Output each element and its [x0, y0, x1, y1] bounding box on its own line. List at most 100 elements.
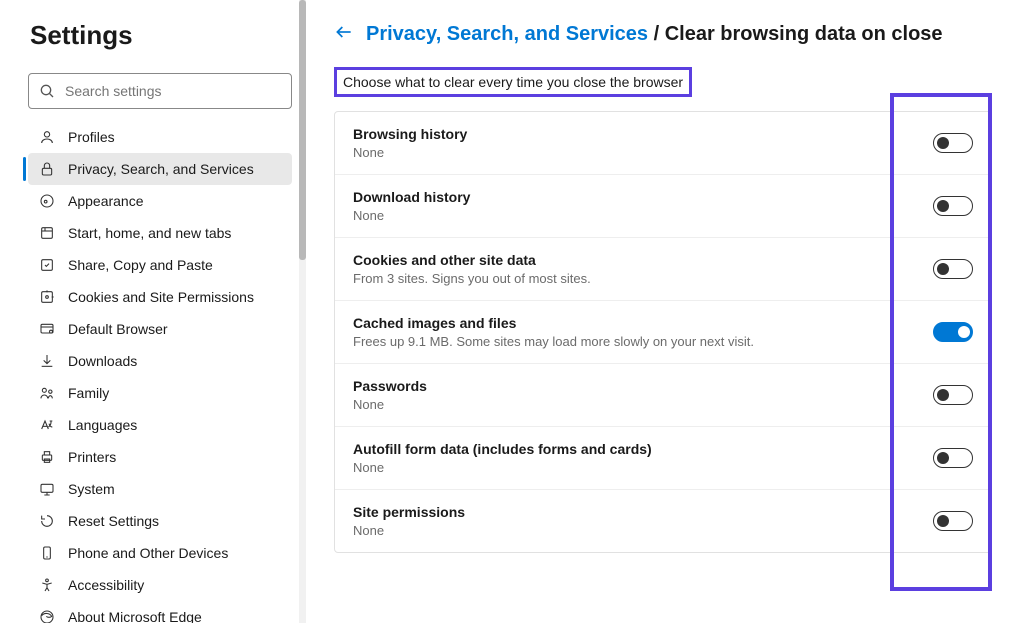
row-title: Cached images and files	[353, 315, 754, 331]
toggle-switch[interactable]	[933, 196, 973, 216]
row-title: Autofill form data (includes forms and c…	[353, 441, 652, 457]
setting-row: Site permissions None	[335, 490, 991, 552]
reset-icon	[38, 512, 56, 530]
sidebar: Settings ProfilesPrivacy, Search, and Se…	[0, 0, 306, 623]
row-title: Cookies and other site data	[353, 252, 591, 268]
scrollbar-thumb[interactable]	[299, 0, 306, 260]
row-subtitle: None	[353, 208, 470, 223]
language-icon	[38, 416, 56, 434]
row-title: Download history	[353, 189, 470, 205]
toggle-switch[interactable]	[933, 448, 973, 468]
sidebar-item-label: Share, Copy and Paste	[68, 257, 282, 273]
sidebar-item-start-home-and-new-tabs[interactable]: Start, home, and new tabs	[28, 217, 292, 249]
row-text: Browsing history None	[353, 126, 467, 160]
printer-icon	[38, 448, 56, 466]
lock-icon	[38, 160, 56, 178]
settings-card: Browsing history None Download history None…	[334, 111, 992, 553]
sidebar-item-label: Profiles	[68, 129, 282, 145]
breadcrumb-current: Clear browsing data on close	[665, 23, 943, 45]
toggle-knob	[958, 326, 970, 338]
sidebar-item-label: Printers	[68, 449, 282, 465]
sidebar-item-label: Default Browser	[68, 321, 282, 337]
sidebar-item-label: Start, home, and new tabs	[68, 225, 282, 241]
sidebar-item-label: Reset Settings	[68, 513, 282, 529]
home-icon	[38, 224, 56, 242]
sidebar-item-label: Phone and Other Devices	[68, 545, 282, 561]
toggle-switch[interactable]	[933, 133, 973, 153]
row-text: Autofill form data (includes forms and c…	[353, 441, 652, 475]
sidebar-item-appearance[interactable]: Appearance	[28, 185, 292, 217]
search-icon	[39, 83, 55, 99]
toggle-switch[interactable]	[933, 511, 973, 531]
sidebar-item-label: Downloads	[68, 353, 282, 369]
sidebar-item-label: About Microsoft Edge	[68, 609, 282, 623]
toggle-switch[interactable]	[933, 322, 973, 342]
sidebar-item-accessibility[interactable]: Accessibility	[28, 569, 292, 601]
sidebar-item-family[interactable]: Family	[28, 377, 292, 409]
sidebar-item-share-copy-and-paste[interactable]: Share, Copy and Paste	[28, 249, 292, 281]
sidebar-item-default-browser[interactable]: Default Browser	[28, 313, 292, 345]
phone-icon	[38, 544, 56, 562]
search-input-wrap[interactable]	[28, 73, 292, 109]
sidebar-item-label: Accessibility	[68, 577, 282, 593]
sidebar-item-languages[interactable]: Languages	[28, 409, 292, 441]
row-text: Site permissions None	[353, 504, 465, 538]
breadcrumb-link[interactable]: Privacy, Search, and Services	[366, 23, 648, 45]
system-icon	[38, 480, 56, 498]
profiles-icon	[38, 128, 56, 146]
sidebar-item-system[interactable]: System	[28, 473, 292, 505]
toggle-knob	[937, 515, 949, 527]
row-subtitle: None	[353, 145, 467, 160]
setting-row: Browsing history None	[335, 112, 991, 175]
sidebar-nav: Profiles Privacy, Search, and Services App…	[28, 121, 292, 623]
download-icon	[38, 352, 56, 370]
main: Privacy, Search, and Services / Clear br…	[306, 0, 1026, 623]
back-arrow-icon[interactable]	[334, 22, 354, 47]
accessibility-icon	[38, 576, 56, 594]
setting-row: Passwords None	[335, 364, 991, 427]
row-subtitle: Frees up 9.1 MB. Some sites may load mor…	[353, 334, 754, 349]
sidebar-item-reset-settings[interactable]: Reset Settings	[28, 505, 292, 537]
breadcrumb-sep: /	[648, 23, 665, 45]
toggle-switch[interactable]	[933, 259, 973, 279]
row-title: Site permissions	[353, 504, 465, 520]
breadcrumb: Privacy, Search, and Services / Clear br…	[334, 22, 992, 47]
toggle-knob	[937, 389, 949, 401]
setting-row: Cached images and files Frees up 9.1 MB. …	[335, 301, 991, 364]
sidebar-item-label: System	[68, 481, 282, 497]
toggle-knob	[937, 263, 949, 275]
share-icon	[38, 256, 56, 274]
search-input[interactable]	[65, 83, 281, 99]
sidebar-item-label: Privacy, Search, and Services	[68, 161, 282, 177]
edge-icon	[38, 608, 56, 623]
sidebar-item-privacy-search-and-services[interactable]: Privacy, Search, and Services	[28, 153, 292, 185]
browser-icon	[38, 320, 56, 338]
row-subtitle: From 3 sites. Signs you out of most site…	[353, 271, 591, 286]
breadcrumb-text: Privacy, Search, and Services / Clear br…	[366, 23, 943, 46]
row-text: Passwords None	[353, 378, 427, 412]
cookies-icon	[38, 288, 56, 306]
row-text: Cached images and files Frees up 9.1 MB. …	[353, 315, 754, 349]
appearance-icon	[38, 192, 56, 210]
row-text: Cookies and other site data From 3 sites.…	[353, 252, 591, 286]
row-subtitle: None	[353, 523, 465, 538]
family-icon	[38, 384, 56, 402]
row-title: Passwords	[353, 378, 427, 394]
sidebar-item-printers[interactable]: Printers	[28, 441, 292, 473]
row-subtitle: None	[353, 397, 427, 412]
sidebar-item-profiles[interactable]: Profiles	[28, 121, 292, 153]
sidebar-item-phone-and-other-devices[interactable]: Phone and Other Devices	[28, 537, 292, 569]
sidebar-item-label: Family	[68, 385, 282, 401]
sidebar-item-about-microsoft-edge[interactable]: About Microsoft Edge	[28, 601, 292, 623]
sidebar-item-downloads[interactable]: Downloads	[28, 345, 292, 377]
sidebar-item-label: Cookies and Site Permissions	[68, 289, 282, 305]
toggle-switch[interactable]	[933, 385, 973, 405]
sidebar-item-cookies-and-site-permissions[interactable]: Cookies and Site Permissions	[28, 281, 292, 313]
setting-row: Autofill form data (includes forms and c…	[335, 427, 991, 490]
toggle-knob	[937, 452, 949, 464]
row-title: Browsing history	[353, 126, 467, 142]
row-text: Download history None	[353, 189, 470, 223]
toggle-knob	[937, 200, 949, 212]
setting-row: Cookies and other site data From 3 sites.…	[335, 238, 991, 301]
sidebar-item-label: Languages	[68, 417, 282, 433]
